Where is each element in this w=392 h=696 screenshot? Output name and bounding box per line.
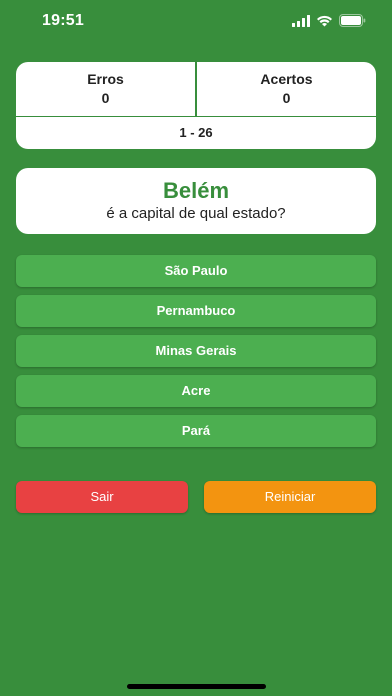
status-bar: 19:51 bbox=[0, 0, 392, 44]
battery-icon bbox=[339, 14, 366, 27]
correct-cell: Acertos 0 bbox=[195, 62, 376, 116]
question-city: Belém bbox=[162, 178, 230, 203]
wifi-icon bbox=[317, 15, 332, 26]
cellular-signal-icon bbox=[292, 14, 310, 27]
question-text: é a capital de qual estado? bbox=[106, 205, 286, 222]
errors-value: 0 bbox=[101, 90, 110, 106]
score-card: Erros 0 Acertos 0 1 - 26 bbox=[16, 62, 376, 149]
correct-label: Acertos bbox=[260, 71, 313, 87]
option-button-1[interactable]: São Paulo bbox=[16, 255, 376, 287]
option-button-2[interactable]: Pernambuco bbox=[16, 295, 376, 327]
option-button-4[interactable]: Acre bbox=[16, 375, 376, 407]
action-buttons: Sair Reiniciar bbox=[16, 481, 376, 513]
option-button-5[interactable]: Pará bbox=[16, 415, 376, 447]
score-row: Erros 0 Acertos 0 bbox=[16, 62, 376, 117]
question-card: Belém é a capital de qual estado? bbox=[16, 168, 376, 234]
status-time: 19:51 bbox=[42, 12, 84, 29]
restart-button[interactable]: Reiniciar bbox=[204, 481, 376, 513]
home-indicator[interactable] bbox=[127, 684, 266, 689]
option-button-3[interactable]: Minas Gerais bbox=[16, 335, 376, 367]
answer-options: São Paulo Pernambuco Minas Gerais Acre P… bbox=[16, 255, 376, 455]
correct-value: 0 bbox=[282, 90, 291, 106]
exit-button[interactable]: Sair bbox=[16, 481, 188, 513]
errors-cell: Erros 0 bbox=[16, 62, 195, 116]
status-icons bbox=[292, 14, 366, 27]
question-progress: 1 - 26 bbox=[179, 125, 213, 140]
errors-label: Erros bbox=[87, 71, 124, 87]
